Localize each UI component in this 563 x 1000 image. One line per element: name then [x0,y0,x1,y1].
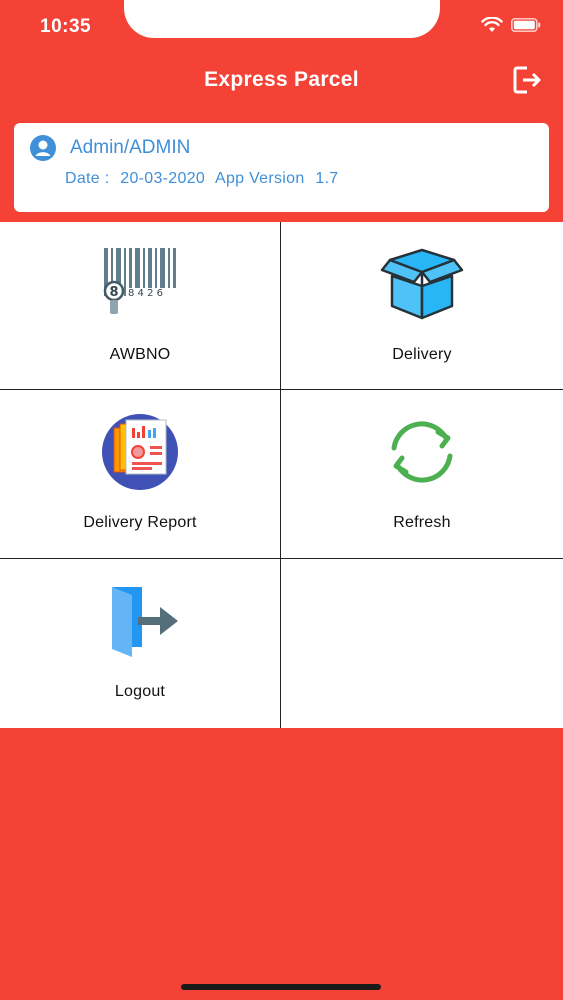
menu-grid: 8 8 4 2 6 AWBNO Delivery Delivery Report… [0,222,563,728]
menu-empty-cell [281,559,563,728]
menu-label-delivery: Delivery [392,346,452,363]
menu-item-delivery[interactable]: Delivery [281,222,563,390]
menu-label-refresh: Refresh [393,514,451,531]
page-title: Express Parcel [204,68,359,91]
report-icon [102,414,178,490]
menu-item-awbno[interactable]: 8 8 4 2 6 AWBNO [0,222,281,390]
menu-item-refresh[interactable]: Refresh [281,390,563,559]
menu-label-delivery-report: Delivery Report [83,514,197,531]
meta-row: Date : 20-03-2020 App Version 1.7 [65,170,344,188]
box-icon [380,248,464,320]
menu-label-logout: Logout [114,683,166,700]
menu-item-delivery-report[interactable]: Delivery Report [0,390,281,559]
logout-icon [112,587,178,657]
exit-button[interactable] [509,62,545,98]
refresh-icon [391,421,453,483]
exit-icon [513,66,541,94]
menu-item-logout[interactable]: Logout [0,559,281,728]
date-label: Date : [65,170,110,187]
barcode-icon: 8 8 4 2 6 [103,248,176,314]
home-indicator[interactable] [181,984,381,990]
version-label: App Version [214,170,305,187]
user-info-card: Admin/ADMIN Date : 20-03-2020 App Versio… [14,123,549,212]
user-row: Admin/ADMIN [30,135,190,161]
version-value: 1.7 [315,170,339,187]
status-bar: 10:35 [0,0,563,56]
status-icons [481,17,541,33]
battery-icon [511,18,541,32]
svg-text:8 4 2 6: 8 4 2 6 [128,288,163,299]
svg-text:8: 8 [109,285,118,300]
app-header: Express Parcel [0,56,563,112]
date-value: 20-03-2020 [120,170,206,187]
notch [124,0,440,38]
status-time: 10:35 [40,16,92,37]
user-icon [30,135,56,161]
menu-label-awbno: AWBNO [109,346,171,363]
user-name: Admin/ADMIN [70,137,191,158]
wifi-icon [481,17,503,32]
